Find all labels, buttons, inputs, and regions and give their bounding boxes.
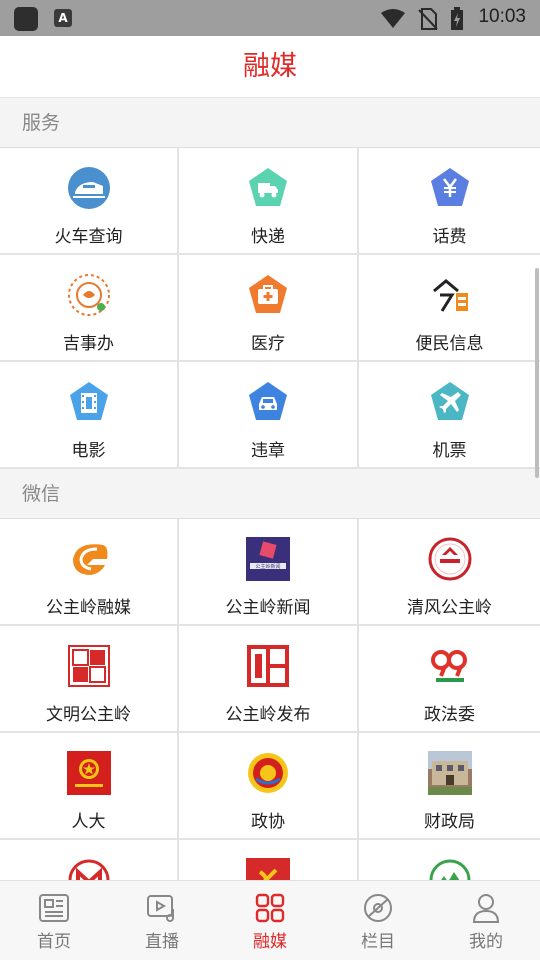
zhengxie-emblem-icon <box>246 751 290 795</box>
status-bar: A 10:03 <box>0 0 540 36</box>
party-logo-icon <box>246 858 290 880</box>
grid-item-label: 公主岭融媒 <box>46 598 131 618</box>
airplane-icon <box>428 380 472 424</box>
green-logo-icon <box>428 858 472 880</box>
news-logo-icon: 公主岭新闻 <box>246 537 290 581</box>
zhengfawei-logo-icon <box>428 644 472 688</box>
tab-label: 栏目 <box>361 932 395 952</box>
grid-item-label: 话费 <box>432 227 467 247</box>
grid-item-label: 财政局 <box>424 812 475 832</box>
section-header-services: 服务 <box>0 98 540 148</box>
services-grid: 火车查询 快递 话费 吉事办 医疗 便民信息 电影 违章 机票 <box>0 148 540 469</box>
fabu-logo-icon <box>246 644 290 688</box>
keyboard-notification-icon: A <box>54 9 72 27</box>
grid-item-movie[interactable]: 电影 <box>0 362 179 469</box>
grid-item-wenming[interactable]: 文明公主岭 <box>0 626 179 733</box>
no-sim-icon <box>418 8 438 30</box>
grid-item-label: 人大 <box>71 812 106 832</box>
jishiban-logo-icon <box>67 273 111 317</box>
tab-columns[interactable]: 栏目 <box>324 881 432 960</box>
grid-item-label: 政协 <box>251 812 285 832</box>
grid-item-phone-bill[interactable]: 话费 <box>359 148 540 255</box>
tab-mine[interactable]: 我的 <box>432 881 540 960</box>
wifi-icon <box>381 9 405 28</box>
grid-item-zhengxie[interactable]: 政协 <box>179 733 359 840</box>
news-logo-text: 公主岭新闻 <box>255 563 280 570</box>
grid-item-fabu[interactable]: 公主岭发布 <box>179 626 359 733</box>
grid-item-label: 吉事办 <box>63 334 114 354</box>
grid-item-delivery[interactable]: 快递 <box>179 148 359 255</box>
user-icon <box>472 894 500 923</box>
grid-item-label: 违章 <box>251 441 285 461</box>
grid-item-flight[interactable]: 机票 <box>359 362 540 469</box>
tab-home[interactable]: 首页 <box>0 881 108 960</box>
tab-live[interactable]: 直播 <box>108 881 216 960</box>
bianmin-logo-icon <box>428 273 472 317</box>
wechat-grid: 公主岭融媒 公主岭新闻 公主岭新闻 清风公主岭 文明公主岭 公主岭发布 政法委 … <box>0 519 540 880</box>
tab-label: 直播 <box>145 932 179 952</box>
qingfeng-logo-icon <box>428 537 472 581</box>
app-notification-icon <box>14 7 38 31</box>
grid-item-party[interactable] <box>179 840 359 880</box>
section-header-wechat: 微信 <box>0 469 540 519</box>
tab-label: 融媒 <box>253 932 287 952</box>
bottom-tab-bar: 首页 直播 融媒 栏目 我的 <box>0 880 540 960</box>
grid-item-label: 公主岭发布 <box>225 705 311 725</box>
grid-item-label: 医疗 <box>251 334 285 354</box>
grid-item-caizhengju[interactable]: 财政局 <box>359 733 540 840</box>
content-scroll[interactable]: 服务 火车查询 快递 话费 吉事办 医疗 便民信息 电影 违章 机票 微信 公主… <box>0 98 540 880</box>
grid-item-news[interactable]: 公主岭新闻 公主岭新闻 <box>179 519 359 626</box>
news-icon <box>39 894 69 922</box>
grid-item-train[interactable]: 火车查询 <box>0 148 179 255</box>
wenming-logo-icon <box>67 644 111 688</box>
grid-item-label: 快递 <box>251 227 285 247</box>
medical-kit-icon <box>246 273 290 317</box>
grid-item-label: 便民信息 <box>415 334 484 354</box>
grid-item-label: 电影 <box>71 441 106 461</box>
tab-label: 我的 <box>469 932 503 952</box>
grid-item-green[interactable] <box>359 840 540 880</box>
car-icon <box>246 380 290 424</box>
grid-item-label: 清风公主岭 <box>407 598 492 618</box>
grid-item-label: 文明公主岭 <box>46 705 131 725</box>
battery-charging-icon <box>451 7 463 30</box>
grid-item-medical[interactable]: 医疗 <box>179 255 359 362</box>
metro-logo-icon <box>67 858 111 880</box>
grid-icon <box>255 893 285 923</box>
grid-item-metro[interactable] <box>0 840 179 880</box>
grid-item-violation[interactable]: 违章 <box>179 362 359 469</box>
grid-item-label: 公主岭新闻 <box>225 598 311 618</box>
grid-item-label: 政法委 <box>424 705 475 725</box>
rongmei-logo-icon <box>67 537 111 581</box>
grid-item-renda[interactable]: 人大 <box>0 733 179 840</box>
tab-rongmei[interactable]: 融媒 <box>216 881 324 960</box>
renda-emblem-icon <box>66 751 111 795</box>
grid-item-rongmei[interactable]: 公主岭融媒 <box>0 519 179 626</box>
grid-item-qingfeng[interactable]: 清风公主岭 <box>359 519 540 626</box>
columns-icon <box>364 894 392 922</box>
grid-item-jishiban[interactable]: 吉事办 <box>0 255 179 362</box>
grid-item-bianmin[interactable]: 便民信息 <box>359 255 540 362</box>
clock: 10:03 <box>478 6 526 27</box>
film-icon <box>67 380 111 424</box>
delivery-truck-icon <box>246 166 290 210</box>
tab-label: 首页 <box>37 932 71 952</box>
title-bar: 融媒 <box>0 36 540 98</box>
grid-item-label: 机票 <box>432 441 467 461</box>
grid-item-zhengfawei[interactable]: 政法委 <box>359 626 540 733</box>
video-play-icon <box>147 895 174 922</box>
train-icon <box>67 166 111 210</box>
page-title: 融媒 <box>243 51 297 82</box>
grid-item-label: 火车查询 <box>54 227 123 247</box>
yen-icon <box>428 166 472 210</box>
scrollbar[interactable] <box>535 268 539 478</box>
building-photo-icon <box>427 751 472 795</box>
